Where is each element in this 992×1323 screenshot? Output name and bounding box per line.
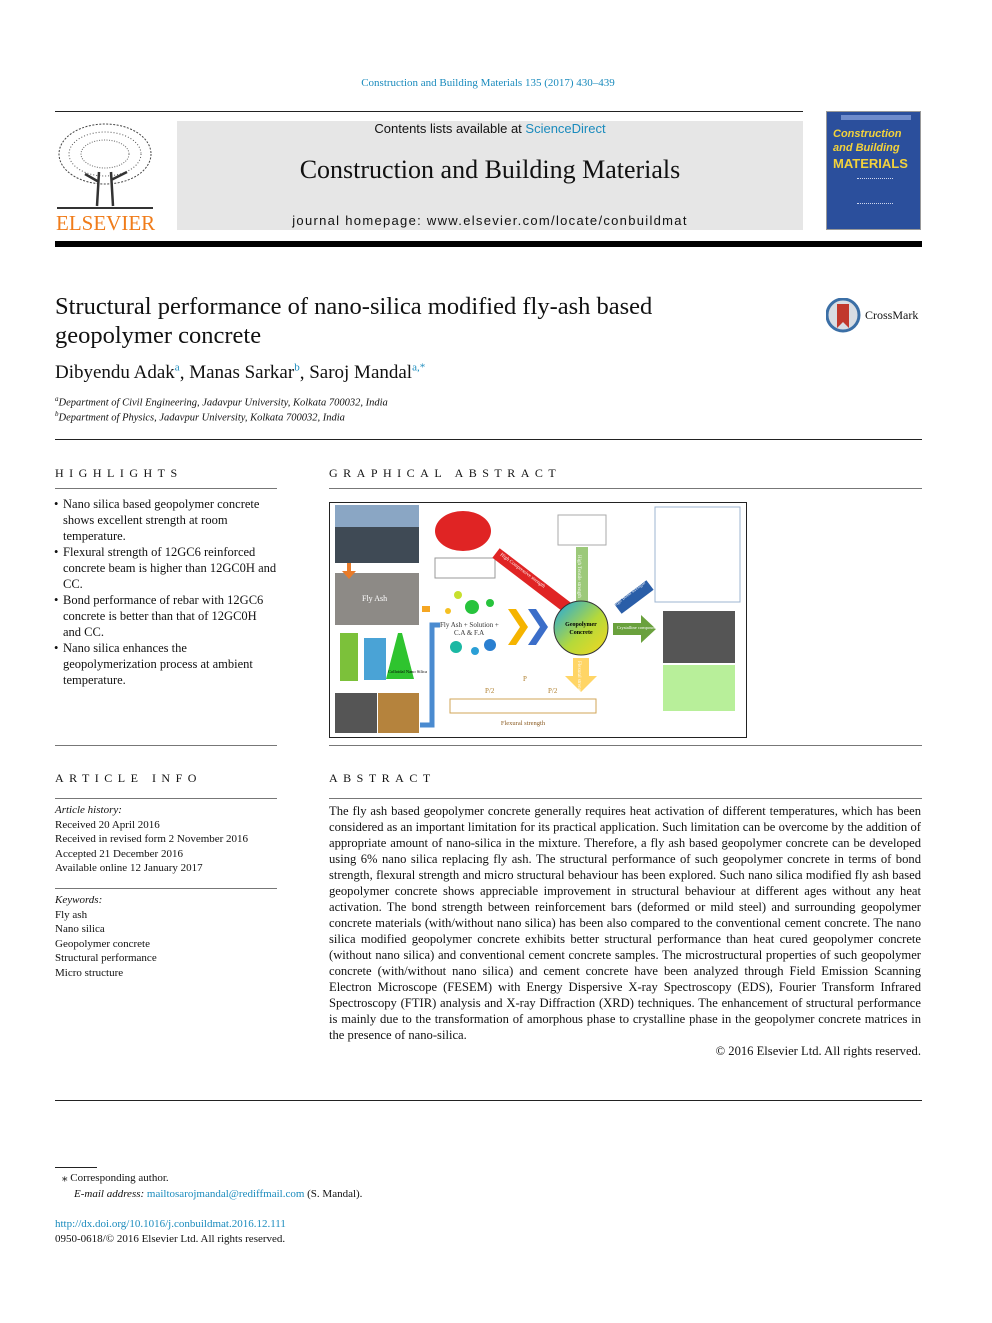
- crossmark-badge[interactable]: CrossMark: [825, 297, 918, 334]
- journal-title: Construction and Building Materials: [299, 155, 681, 184]
- divider: [55, 798, 277, 799]
- sciencedirect-link[interactable]: ScienceDirect: [525, 121, 605, 136]
- corresponding-author-note: ⁎ Corresponding author.: [62, 1172, 169, 1184]
- keyword: Nano silica: [55, 923, 105, 935]
- flask-icon: [364, 638, 386, 680]
- svg-text:Colloidal Nano Silica: Colloidal Nano Silica: [388, 669, 427, 674]
- footnote-rule: [55, 1167, 97, 1168]
- email-note: E-mail address: mailtosarojmandal@rediff…: [74, 1188, 363, 1200]
- person-compression-figure: [435, 511, 491, 551]
- affiliation: aDepartment of Civil Engineering, Jadavp…: [55, 395, 388, 409]
- highlight-item: Nano silica enhances the geopolymerizati…: [54, 640, 277, 688]
- divider: [55, 888, 277, 889]
- elsevier-tree-logo: [55, 122, 155, 210]
- divider: [55, 1100, 922, 1101]
- divider: [329, 798, 922, 799]
- author[interactable]: Saroj Mandala,*: [309, 362, 425, 383]
- divider: [329, 488, 922, 489]
- keyword: Micro structure: [55, 966, 124, 979]
- svg-text:P/2: P/2: [548, 687, 558, 695]
- article-title: Structural performance of nano-silica mo…: [55, 293, 653, 349]
- flexural-beam: [449, 698, 597, 714]
- email-link[interactable]: mailtosarojmandal@rediffmail.com: [147, 1188, 304, 1200]
- highlight-item: Flexural strength of 12GC6 reinforced co…: [54, 544, 277, 592]
- tension-specimen: [557, 514, 607, 546]
- svg-text:Flexural strength: Flexural strength: [501, 720, 546, 727]
- crossmark-icon: [825, 297, 861, 333]
- abstract-body: The fly ash based geopolymer concrete ge…: [329, 803, 921, 1059]
- svg-text:Fly Ash + Solution +: Fly Ash + Solution +: [440, 621, 499, 629]
- divider: [55, 439, 922, 440]
- pullout-test-figure: [654, 506, 741, 603]
- svg-text:High Tensile strength: High Tensile strength: [576, 555, 581, 598]
- keyword: Fly ash: [55, 908, 88, 921]
- header-thick-rule: [55, 241, 922, 247]
- divider: [55, 488, 277, 489]
- article-info-heading: ARTICLE INFO: [55, 771, 202, 785]
- svg-text:Fly Ash: Fly Ash: [362, 594, 387, 603]
- journal-reference[interactable]: Construction and Building Materials 135 …: [0, 77, 976, 89]
- highlight-item: Bond performance of rebar with 12GC6 con…: [54, 592, 277, 640]
- keyword: Geopolymer concrete: [55, 937, 150, 950]
- highlight-item: Nano silica based geopolymer concrete sh…: [54, 496, 277, 544]
- svg-text:C.A & F.A: C.A & F.A: [454, 629, 484, 637]
- coarse-aggregate-photo: [335, 693, 377, 733]
- contents-line: Contents lists available at ScienceDirec…: [374, 121, 606, 136]
- eds-spectrum: [663, 665, 735, 711]
- svg-text:Geopolymer: Geopolymer: [565, 622, 597, 628]
- highlights-heading: HIGHLIGHTS: [55, 466, 183, 480]
- flask-icon: [340, 633, 358, 681]
- elsevier-logo-text: ELSEVIER: [56, 211, 156, 235]
- graphical-abstract-figure[interactable]: Fly Ash Colloidal Nano Silica High Compr…: [329, 502, 747, 738]
- svg-text:Flexural strength: Flexural strength: [576, 661, 581, 696]
- copyright: © 2016 Elsevier Ltd. All rights reserved…: [715, 1044, 921, 1058]
- article-history: Article history: Received 20 April 2016 …: [55, 804, 249, 874]
- issn-line: 0950-0618/© 2016 Elsevier Ltd. All right…: [55, 1233, 286, 1245]
- svg-text:Crystalline compound: Crystalline compound: [617, 625, 658, 630]
- highlights-list: Nano silica based geopolymer concrete sh…: [54, 496, 277, 688]
- divider: [55, 745, 277, 746]
- article-page: Construction and Building Materials 135 …: [0, 0, 992, 1323]
- fesem-image: [663, 611, 735, 663]
- author[interactable]: Manas Sarkarb: [189, 362, 300, 383]
- geopolymer-concrete-circle: [553, 600, 609, 656]
- doi-link[interactable]: http://dx.doi.org/10.1016/j.conbuildmat.…: [55, 1216, 286, 1232]
- journal-homepage[interactable]: journal homepage: www.elsevier.com/locat…: [177, 213, 803, 228]
- svg-text:P/2: P/2: [485, 687, 495, 695]
- author[interactable]: Dibyendu Adaka: [55, 362, 180, 383]
- svg-text:High Compressive strength: High Compressive strength: [499, 553, 546, 590]
- abstract-text: The fly ash based geopolymer concrete ge…: [329, 804, 921, 1042]
- abstract-heading: ABSTRACT: [329, 771, 436, 785]
- keywords: Keywords: Fly ash Nano silica Geopolymer…: [55, 893, 277, 980]
- divider: [329, 745, 922, 746]
- svg-text:Concrete: Concrete: [569, 630, 593, 636]
- fine-aggregate-photo: [378, 693, 419, 733]
- keyword: Structural performance: [55, 952, 157, 964]
- graphical-abstract-heading: GRAPHICAL ABSTRACT: [329, 466, 562, 480]
- affiliation: bDepartment of Physics, Jadavpur Univers…: [55, 410, 345, 424]
- divider: [55, 111, 803, 112]
- author-list: Dibyendu Adaka, Manas Sarkarb, Saroj Man…: [55, 362, 426, 384]
- svg-text:P: P: [523, 675, 527, 683]
- journal-cover: Construction and Building MATERIALS: [826, 111, 921, 230]
